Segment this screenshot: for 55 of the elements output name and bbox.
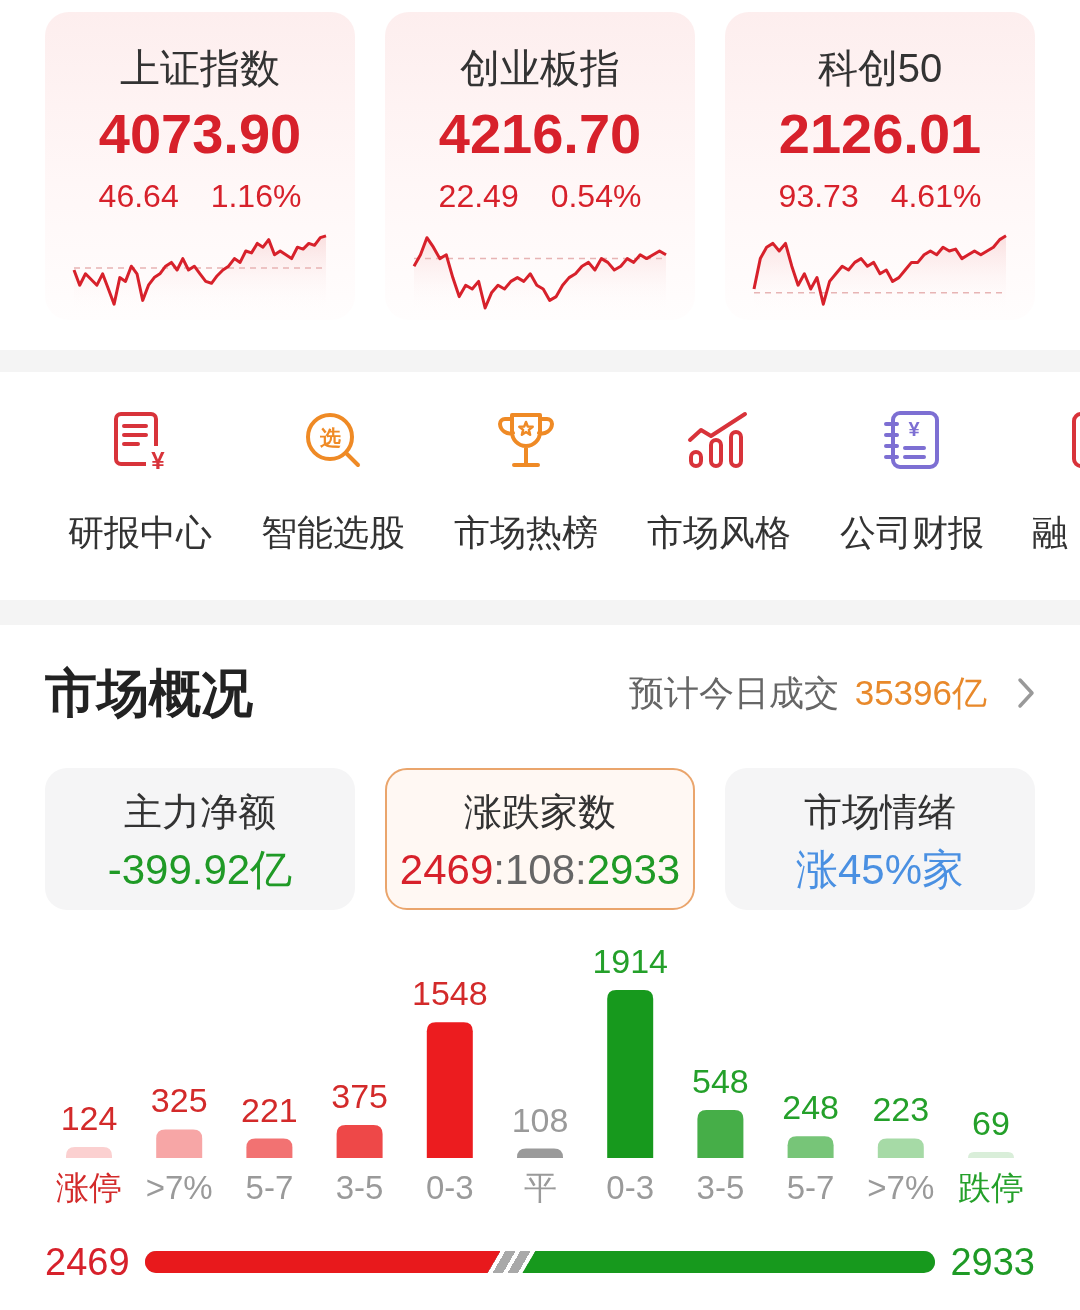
stat-title: 涨跌家数 <box>463 790 617 834</box>
stat-title: 主力净额 <box>123 790 277 834</box>
category-label: 0-3 <box>606 1169 655 1206</box>
stat-title: 市场情绪 <box>803 790 957 834</box>
index-name: 科创50 <box>816 45 944 92</box>
index-value: 4073.90 <box>97 102 303 166</box>
shortcut-button[interactable]: 市场热榜 <box>429 372 622 600</box>
stat-card[interactable]: 主力净额 -399.92亿 <box>45 768 355 910</box>
category-label: 3-5 <box>696 1169 745 1206</box>
index-name: 上证指数 <box>119 45 281 92</box>
bar-value-label: 69 <box>972 1103 1010 1142</box>
bar-value-label: 124 <box>60 1099 118 1138</box>
category-label: 5-7 <box>786 1169 835 1206</box>
stat-value: 2469:108:2933 <box>398 845 682 895</box>
change-value: 22.49 <box>438 177 519 216</box>
category-label: 3-5 <box>335 1169 384 1206</box>
rise-count: 2469 <box>45 1240 130 1284</box>
shortcut-button[interactable]: 选 智能选股 <box>236 372 429 600</box>
bar-value-label: 548 <box>692 1061 749 1100</box>
bar-value-label: 248 <box>782 1088 839 1127</box>
stat-value: 涨45%家 <box>794 845 966 895</box>
shortcut-button[interactable]: ¥ 研报中心 <box>43 372 236 600</box>
turnover-label: 预计今日成交 <box>628 672 839 714</box>
change-value: 46.64 <box>98 177 179 216</box>
category-label: 5-7 <box>245 1169 294 1206</box>
stat-card[interactable]: 市场情绪 涨45%家 <box>725 768 1035 910</box>
category-label: 跌停 <box>958 1169 1024 1206</box>
section-title: 市场概况 <box>45 665 253 721</box>
index-value: 2126.01 <box>777 102 983 166</box>
shortcut-button[interactable]: 市场风格 <box>622 372 815 600</box>
category-label: 涨停 <box>56 1169 122 1206</box>
chevron-right-icon[interactable] <box>1017 677 1035 709</box>
fall-count: 2933 <box>950 1240 1035 1284</box>
index-value: 4216.70 <box>437 102 643 166</box>
turnover-value: 35396亿 <box>854 672 987 714</box>
shortcut-button[interactable]: 融 <box>1008 372 1080 600</box>
change-percent: 4.61% <box>890 177 982 216</box>
category-label: >7% <box>867 1169 935 1206</box>
bar-value-label: 108 <box>511 1100 569 1139</box>
category-label: >7% <box>145 1169 213 1206</box>
change-percent: 1.16% <box>210 177 302 216</box>
stat-card[interactable]: 涨跌家数 2469:108:2933 <box>385 768 695 910</box>
change-percent: 0.54% <box>550 177 642 216</box>
stat-value: -399.92亿 <box>106 845 294 895</box>
bar-value-label: 1914 <box>592 942 668 980</box>
index-name: 创业板指 <box>459 45 621 92</box>
shortcut-button[interactable]: ¥ 公司财报 <box>815 372 1008 600</box>
category-label: 平 <box>523 1169 557 1206</box>
bar-value-label: 223 <box>872 1090 930 1129</box>
bar-value-label: 1548 <box>412 974 488 1013</box>
bar-value-label: 325 <box>150 1081 208 1120</box>
bar-value-label: 375 <box>331 1077 388 1116</box>
category-label: 0-3 <box>425 1169 474 1206</box>
bar-value-label: 221 <box>241 1090 298 1129</box>
change-value: 93.73 <box>778 177 859 216</box>
